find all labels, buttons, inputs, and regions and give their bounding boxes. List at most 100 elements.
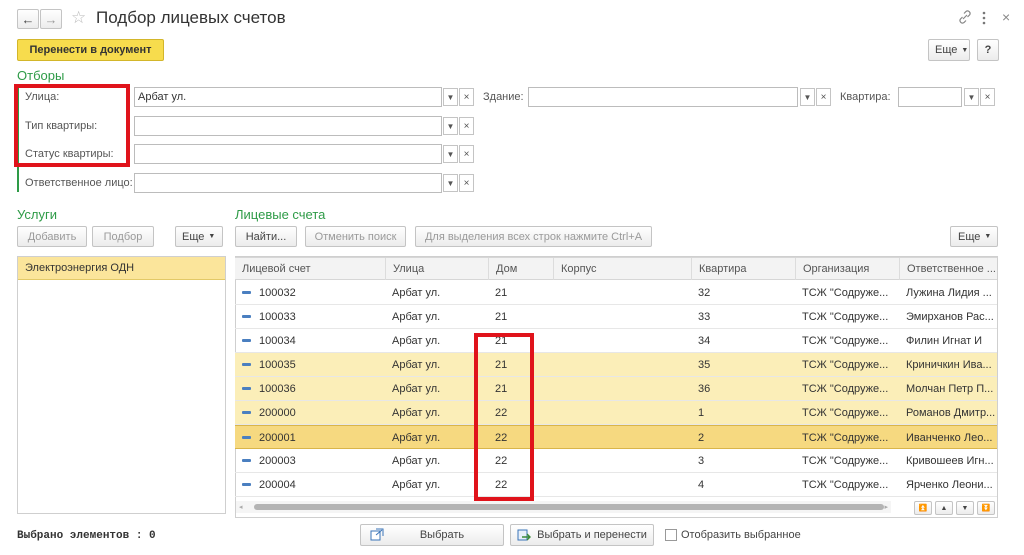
table-row[interactable]: 100036 Арбат ул. 21 36 ТСЖ "Содруже... Молчан… — [235, 377, 997, 401]
cell-apartment: 3 — [698, 454, 705, 467]
cell-organization: ТСЖ "Содруже... — [802, 454, 889, 467]
apartment-dropdown-button[interactable]: ▼ — [964, 88, 979, 106]
cell-corpus — [553, 473, 691, 496]
more-button[interactable]: Еще ▼ — [928, 39, 970, 61]
cell-responsible: Ярченко Леони... — [906, 478, 993, 491]
chevron-down-icon: ▼ — [984, 233, 992, 240]
apartment-type-clear-button[interactable]: × — [459, 117, 474, 135]
select-and-transfer-button[interactable]: Выбрать и перенести — [510, 524, 654, 546]
chevron-down-icon: ▼ — [208, 233, 216, 240]
show-selected-checkbox[interactable] — [665, 529, 677, 541]
table-row[interactable]: 100032 Арбат ул. 21 32 ТСЖ "Содруже... Лужина… — [235, 281, 997, 305]
street-dropdown-button[interactable]: ▼ — [443, 88, 458, 106]
chevron-down-icon: ▼ — [967, 92, 976, 102]
pick-service-button[interactable]: Подбор — [92, 226, 154, 247]
transfer-to-document-button[interactable]: Перенести в документ — [17, 39, 164, 61]
building-dropdown-button[interactable]: ▼ — [800, 88, 815, 106]
find-button[interactable]: Найти... — [235, 226, 297, 247]
prev-row-icon[interactable]: ▲ — [935, 501, 953, 515]
chevron-down-icon: ▼ — [961, 46, 969, 54]
cancel-search-button[interactable]: Отменить поиск — [305, 226, 406, 247]
chevron-down-icon: ▼ — [803, 92, 812, 102]
cell-account: 200001 — [235, 426, 385, 449]
table-row[interactable]: 200004 Арбат ул. 22 4 ТСЖ "Содруже... Ярченко… — [235, 473, 997, 497]
clear-icon: × — [820, 91, 827, 103]
column-header-street[interactable]: Улица — [385, 258, 488, 280]
selected-count-label: Выбрано элементов : 0 — [17, 530, 156, 542]
more-vertical-icon[interactable] — [982, 11, 986, 25]
back-button[interactable]: ← — [17, 9, 39, 29]
apartment-type-dropdown-button[interactable]: ▼ — [443, 117, 458, 135]
apartment-clear-button[interactable]: × — [980, 88, 995, 106]
cell-responsible: Эмирханов Рас... — [906, 310, 994, 323]
service-item[interactable]: Электроэнергия ОДН — [18, 257, 225, 280]
responsible-dropdown-button[interactable]: ▼ — [443, 174, 458, 192]
add-service-button[interactable]: Добавить — [17, 226, 87, 247]
column-header-corpus[interactable]: Корпус — [553, 258, 691, 280]
show-selected-label: Отобразить выбранное — [681, 529, 801, 541]
help-button[interactable]: ? — [977, 39, 999, 61]
cell-street: Арбат ул. — [392, 431, 441, 444]
select-button[interactable]: Выбрать — [360, 524, 504, 546]
apartment-label: Квартира: — [840, 91, 891, 103]
table-row[interactable]: 200003 Арбат ул. 22 3 ТСЖ "Содруже... Кривоше… — [235, 449, 997, 473]
forward-button[interactable]: → — [40, 9, 62, 29]
street-clear-button[interactable]: × — [459, 88, 474, 106]
street-field[interactable]: Арбат ул. — [134, 87, 442, 107]
cell-responsible: Молчан Петр П... — [906, 382, 994, 395]
select-label: Выбрать — [419, 529, 465, 541]
cell-house: 21 — [495, 286, 508, 299]
cell-responsible: Филин Игнат И — [906, 334, 983, 347]
cell-account: 100036 — [235, 377, 385, 400]
column-header-account[interactable]: Лицевой счет — [235, 258, 385, 280]
next-row-icon[interactable]: ▼ — [956, 501, 974, 515]
link-icon[interactable] — [958, 10, 972, 24]
cell-apartment: 35 — [698, 358, 711, 371]
apartment-status-dropdown-button[interactable]: ▼ — [443, 145, 458, 163]
cell-corpus — [553, 426, 691, 449]
responsible-field[interactable] — [134, 173, 442, 193]
last-row-icon[interactable]: ⏬ — [977, 501, 995, 515]
column-header-organization[interactable]: Организация — [795, 258, 899, 280]
accounts-more-button[interactable]: Еще ▼ — [950, 226, 998, 247]
select-all-hint-button[interactable]: Для выделения всех строк нажмите Ctrl+A — [415, 226, 652, 247]
table-row[interactable]: 100033 Арбат ул. 21 33 ТСЖ "Содруже... Эмирха… — [235, 305, 997, 329]
building-field[interactable] — [528, 87, 798, 107]
horizontal-scrollbar[interactable]: ◂ ▸ — [236, 501, 891, 513]
apartment-type-field[interactable] — [134, 116, 442, 136]
cell-organization: ТСЖ "Содруже... — [802, 286, 889, 299]
account-number: 100033 — [259, 310, 296, 323]
cell-responsible: Лужина Лидия ... — [906, 286, 992, 299]
cell-street: Арбат ул. — [392, 454, 441, 467]
services-more-button[interactable]: Еще ▼ — [175, 226, 223, 247]
cell-corpus — [553, 353, 691, 376]
table-row[interactable]: 200001 Арбат ул. 22 2 ТСЖ "Содруже... Иванчен… — [235, 425, 997, 449]
responsible-clear-button[interactable]: × — [459, 174, 474, 192]
scrollbar-thumb[interactable] — [254, 504, 884, 510]
table-row[interactable]: 100034 Арбат ул. 21 34 ТСЖ "Содруже... Филин … — [235, 329, 997, 353]
cell-account: 200004 — [235, 473, 385, 496]
services-list[interactable]: Электроэнергия ОДН — [17, 256, 226, 514]
scroll-left-icon[interactable]: ◂ — [239, 503, 243, 511]
favorite-star-icon[interactable]: ☆ — [71, 8, 86, 28]
cell-apartment: 36 — [698, 382, 711, 395]
apartment-status-field[interactable] — [134, 144, 442, 164]
close-icon[interactable]: × — [1002, 9, 1010, 25]
apartment-status-clear-button[interactable]: × — [459, 145, 474, 163]
table-row[interactable]: 200000 Арбат ул. 22 1 ТСЖ "Содруже... Романов… — [235, 401, 997, 425]
first-row-icon[interactable]: ⏫ — [914, 501, 932, 515]
account-number: 100032 — [259, 286, 296, 299]
chevron-down-icon: ▼ — [446, 149, 455, 159]
cell-organization: ТСЖ "Содруже... — [802, 310, 889, 323]
account-number: 100036 — [259, 382, 296, 395]
table-row[interactable]: 100035 Арбат ул. 21 35 ТСЖ "Содруже... Кринич… — [235, 353, 997, 377]
column-header-apartment[interactable]: Квартира — [691, 258, 795, 280]
building-clear-button[interactable]: × — [816, 88, 831, 106]
apartment-field[interactable] — [898, 87, 962, 107]
scroll-right-icon[interactable]: ▸ — [884, 503, 888, 511]
cell-corpus — [553, 449, 691, 472]
column-header-responsible[interactable]: Ответственное ... — [899, 258, 997, 280]
column-header-house[interactable]: Дом — [488, 258, 553, 280]
cell-apartment: 33 — [698, 310, 711, 323]
more-label: Еще — [935, 44, 958, 56]
